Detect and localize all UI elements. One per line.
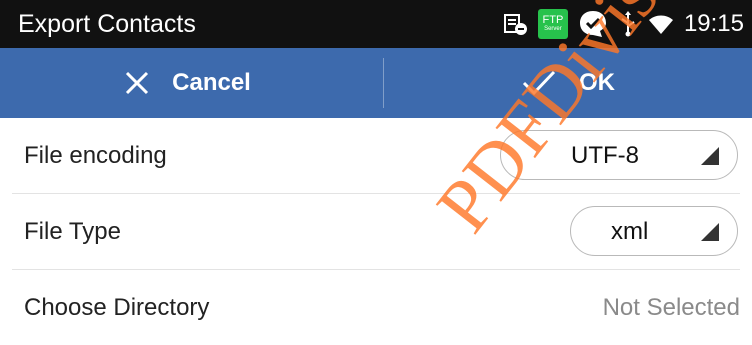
- ftp-sub-label: Server: [544, 26, 562, 32]
- ok-label: OK: [579, 69, 615, 96]
- file-type-label: File Type: [24, 218, 121, 245]
- status-time: 19:15: [683, 10, 744, 37]
- status-icons: FTP Server 19:15: [502, 8, 744, 40]
- choose-directory-label: Choose Directory: [24, 294, 210, 321]
- choose-directory-row[interactable]: Choose Directory Not Selected: [12, 270, 740, 345]
- usb-icon: [621, 11, 635, 37]
- action-bar: Cancel OK: [0, 48, 752, 118]
- dropdown-arrow-icon: [701, 147, 719, 165]
- file-encoding-select[interactable]: UTF-8: [500, 130, 738, 180]
- check-icon: [522, 70, 556, 96]
- file-type-row: File Type xml: [12, 194, 740, 270]
- file-type-value: xml: [611, 218, 649, 245]
- file-type-select[interactable]: xml: [570, 206, 738, 256]
- close-icon: [126, 71, 149, 95]
- cancel-label: Cancel: [172, 69, 251, 96]
- chat-icon: [579, 11, 606, 37]
- file-encoding-value: UTF-8: [571, 142, 639, 169]
- file-encoding-label: File encoding: [24, 142, 167, 169]
- directory-value[interactable]: Not Selected: [603, 294, 740, 322]
- status-bar: Export Contacts FTP Server 19:15: [0, 0, 752, 48]
- ftp-server-icon: FTP Server: [537, 9, 568, 39]
- page-title: Export Contacts: [18, 10, 196, 38]
- cancel-button[interactable]: Cancel: [0, 48, 375, 118]
- contacts-sync-icon: [503, 14, 527, 35]
- ok-button[interactable]: OK: [384, 48, 752, 118]
- wifi-icon: [648, 15, 673, 34]
- file-encoding-row: File encoding UTF-8: [12, 118, 740, 194]
- dropdown-arrow-icon: [701, 223, 719, 241]
- ftp-label: FTP: [542, 14, 564, 26]
